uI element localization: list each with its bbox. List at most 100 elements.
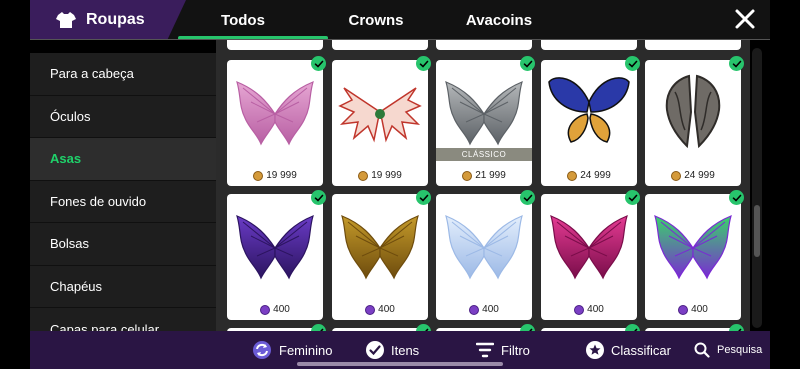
- price-value: 24 999: [580, 170, 611, 181]
- item-price: 19 999: [332, 170, 428, 181]
- sidebar-item-asas[interactable]: Asas: [30, 138, 216, 181]
- blue-orange-butterfly-wings-image: [548, 77, 630, 143]
- wing-item-card[interactable]: 400: [541, 194, 637, 320]
- scrollbar-thumb[interactable]: [754, 205, 760, 257]
- scrollbar-track[interactable]: [752, 48, 762, 328]
- classificar-button[interactable]: Classificar: [586, 331, 671, 369]
- owned-check-icon: [625, 56, 640, 71]
- pink-magenta-bat-wings-image: [550, 214, 628, 280]
- classificar-label: Classificar: [611, 342, 671, 358]
- wing-item-card[interactable]: 400: [436, 194, 532, 320]
- filtro-label: Filtro: [501, 342, 530, 358]
- left-wing: [550, 214, 590, 280]
- right-wing: [483, 80, 523, 146]
- right-wing: [379, 87, 422, 143]
- pink-bat-wings-image: [236, 80, 314, 146]
- left-wing: [445, 214, 485, 280]
- wing-card-partial[interactable]: [541, 40, 637, 50]
- owned-check-icon: [729, 324, 744, 331]
- shirt-icon: [56, 12, 76, 28]
- crown-currency-icon: [260, 304, 271, 315]
- brand-label: Roupas: [86, 11, 145, 28]
- pesquisa-label: Pesquisa: [717, 344, 763, 356]
- right-lower-wing: [589, 113, 611, 143]
- item-price: 400: [436, 304, 532, 315]
- item-grid: 19 999 19 999 CLÁSSICO 21 999 24 999 24 999 40…: [216, 40, 750, 331]
- left-wing: [654, 214, 694, 280]
- owned-check-icon: [311, 56, 326, 71]
- owned-check-icon: [520, 56, 535, 71]
- sidebar-item-bolsas[interactable]: Bolsas: [30, 223, 216, 266]
- sidebar-item-oculos[interactable]: Óculos: [30, 96, 216, 138]
- close-icon[interactable]: [734, 8, 756, 30]
- price-value: 21 999: [475, 170, 506, 181]
- gold-coin-icon: [671, 170, 682, 181]
- crown-currency-icon: [678, 304, 689, 315]
- gold-coin-icon: [253, 170, 264, 181]
- right-wing: [483, 214, 523, 280]
- wing-item-card[interactable]: 24 999: [645, 60, 741, 186]
- wing-item-card[interactable]: CLÁSSICO 21 999: [436, 60, 532, 186]
- sidebar-item-para-a-cabeca[interactable]: Para a cabeça: [30, 53, 216, 96]
- crown-currency-icon: [365, 304, 376, 315]
- owned-check-icon: [625, 190, 640, 205]
- itens-label: Itens: [391, 342, 420, 358]
- right-wing: [274, 80, 314, 146]
- home-indicator[interactable]: [297, 362, 503, 366]
- gold-coin-icon: [462, 170, 473, 181]
- wing-card-partial[interactable]: [332, 40, 428, 50]
- rainbow-bat-wings-image: [654, 214, 732, 280]
- wing-card-partial[interactable]: [645, 40, 741, 50]
- crown-currency-icon: [574, 304, 585, 315]
- item-price: 19 999: [227, 170, 323, 181]
- item-price: 400: [332, 304, 428, 315]
- right-wing: [379, 214, 419, 280]
- star-badge-icon: [586, 341, 604, 359]
- white-blue-bat-wings-image: [445, 214, 523, 280]
- left-wing: [236, 214, 276, 280]
- price-value: 400: [587, 304, 604, 315]
- price-value: 19 999: [266, 170, 297, 181]
- item-price: 400: [645, 304, 741, 315]
- left-wing: [236, 80, 276, 146]
- tab-todos[interactable]: Todos: [178, 0, 328, 40]
- stone-dark-wings-image: [665, 74, 721, 149]
- pesquisa-button[interactable]: Pesquisa: [694, 331, 762, 369]
- wing-item-card[interactable]: 19 999: [227, 60, 323, 186]
- price-value: 400: [691, 304, 708, 315]
- owned-check-icon: [311, 190, 326, 205]
- item-price: 24 999: [541, 170, 637, 181]
- sidebar-item-chapeus[interactable]: Chapéus: [30, 266, 216, 308]
- left-wing: [445, 80, 485, 146]
- owned-check-icon: [416, 190, 431, 205]
- left-upper-wing: [548, 77, 590, 113]
- gender-switch-icon: [253, 341, 271, 359]
- check-circle-icon: [366, 341, 384, 359]
- price-value: 24 999: [684, 170, 715, 181]
- right-wing: [274, 214, 314, 280]
- sidebar-item-fones-de-ouvido[interactable]: Fones de ouvido: [30, 181, 216, 223]
- wing-item-card[interactable]: 400: [227, 194, 323, 320]
- tab-crowns[interactable]: Crowns: [326, 0, 426, 40]
- wing-item-card[interactable]: 400: [645, 194, 741, 320]
- right-upper-wing: [588, 77, 630, 113]
- wing-card-partial[interactable]: [227, 40, 323, 50]
- wing-card-partial[interactable]: [436, 40, 532, 50]
- left-lower-wing: [567, 113, 589, 143]
- wing-item-card[interactable]: 400: [332, 194, 428, 320]
- filter-icon: [476, 342, 494, 358]
- wing-item-card[interactable]: 19 999: [332, 60, 428, 186]
- search-icon: [694, 342, 710, 358]
- wing-item-card[interactable]: 24 999: [541, 60, 637, 186]
- tab-avacoins[interactable]: Avacoins: [434, 0, 564, 40]
- left-wing: [341, 214, 381, 280]
- crown-currency-icon: [469, 304, 480, 315]
- sidebar-item-capas-para-celular[interactable]: Capas para celular: [30, 308, 216, 331]
- item-price: 21 999: [436, 170, 532, 181]
- owned-check-icon: [520, 324, 535, 331]
- left-wing: [665, 74, 693, 149]
- grey-bat-wings-image: [445, 80, 523, 146]
- category-sidebar: Para a cabeça Óculos Asas Fones de ouvid…: [30, 53, 216, 331]
- item-price: 400: [541, 304, 637, 315]
- owned-check-icon: [729, 190, 744, 205]
